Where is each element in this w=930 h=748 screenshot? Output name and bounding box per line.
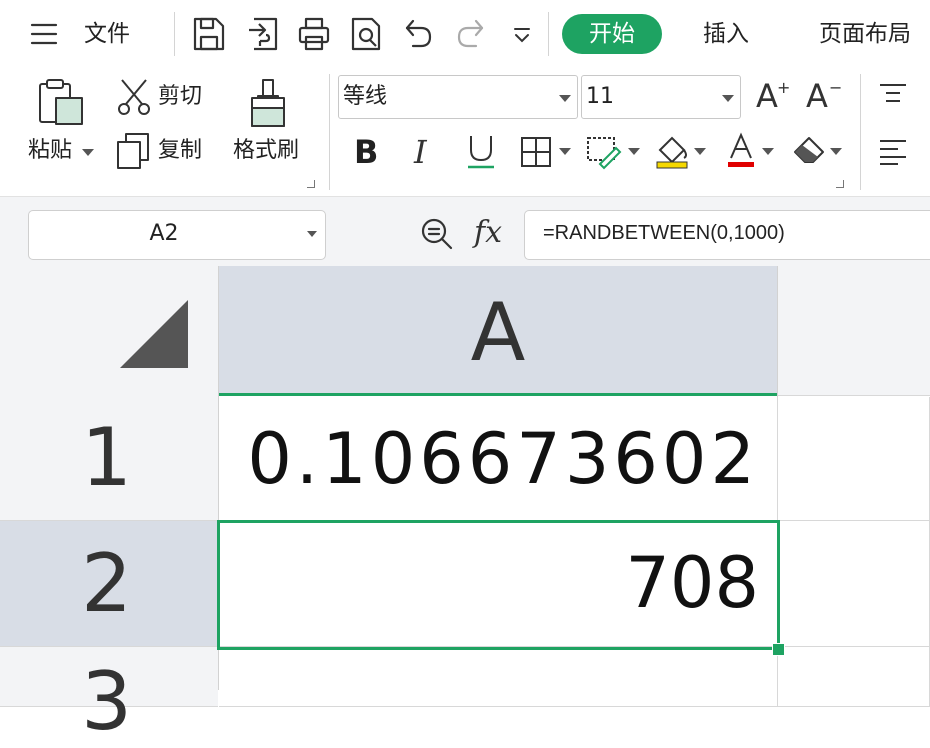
- font-color-icon[interactable]: [726, 132, 756, 170]
- font-size-combo[interactable]: 11: [581, 75, 741, 119]
- borders-dropdown-icon[interactable]: [559, 148, 571, 155]
- cut-label[interactable]: 剪切: [158, 82, 202, 112]
- tab-page-layout[interactable]: 页面布局: [819, 18, 911, 50]
- font-size-value: 11: [586, 84, 614, 109]
- cell-b2[interactable]: [778, 521, 930, 647]
- paste-icon[interactable]: [36, 78, 86, 128]
- cell-b1[interactable]: [778, 397, 930, 521]
- menu-bar: 文件 开始 插入 页面布局: [0, 0, 930, 68]
- tab-insert[interactable]: 插入: [703, 18, 749, 50]
- align-top-icon[interactable]: [878, 82, 908, 108]
- underline-icon[interactable]: [466, 134, 496, 170]
- export-icon[interactable]: [246, 16, 280, 52]
- chevron-down-icon: [559, 95, 571, 102]
- tab-home[interactable]: 开始: [562, 14, 662, 54]
- divider: [329, 74, 330, 190]
- fx-icon[interactable]: fx: [474, 215, 502, 251]
- chevron-down-icon[interactable]: [307, 231, 317, 237]
- clipboard-launcher-icon[interactable]: [307, 180, 315, 188]
- cell-value: 0.106673602: [247, 418, 759, 500]
- menu-icon[interactable]: [30, 22, 58, 46]
- more-dropdown-icon[interactable]: [512, 26, 532, 46]
- format-painter-icon[interactable]: [248, 78, 288, 130]
- chevron-down-icon: [722, 95, 734, 102]
- format-painter-label[interactable]: 格式刷: [233, 136, 299, 166]
- row-number: 1: [81, 411, 132, 504]
- row-number: 3: [81, 655, 132, 748]
- align-left-icon[interactable]: [878, 138, 908, 166]
- save-icon[interactable]: [192, 16, 226, 52]
- decrease-font-icon[interactable]: A −: [806, 76, 842, 116]
- formula-input[interactable]: =RANDBETWEEN(0,1000): [524, 210, 930, 260]
- spreadsheet-grid: A 1 0.106673602 2 708 3: [0, 266, 930, 747]
- font-name-combo[interactable]: 等线: [338, 75, 578, 119]
- fill-color-dropdown-icon[interactable]: [694, 148, 706, 155]
- divider: [174, 12, 175, 56]
- undo-icon[interactable]: [403, 18, 433, 50]
- italic-icon[interactable]: I: [414, 132, 427, 172]
- paste-label[interactable]: 粘贴: [28, 136, 72, 166]
- cell-b3[interactable]: [778, 647, 930, 707]
- font-launcher-icon[interactable]: [836, 180, 844, 188]
- divider: [548, 12, 549, 56]
- cell-a1[interactable]: 0.106673602: [219, 397, 778, 521]
- clear-icon[interactable]: [792, 134, 826, 166]
- zoom-formula-icon[interactable]: [420, 217, 454, 251]
- fill-handle[interactable]: [772, 643, 785, 656]
- cell-a3[interactable]: [219, 647, 778, 707]
- bold-icon[interactable]: B: [354, 132, 378, 172]
- selection-border: [217, 520, 780, 650]
- row-header-2[interactable]: 2: [0, 521, 218, 647]
- borders-icon[interactable]: [520, 136, 552, 168]
- print-icon[interactable]: [297, 16, 331, 52]
- divider: [860, 74, 861, 190]
- cell-style-icon[interactable]: [586, 134, 622, 170]
- copy-label[interactable]: 复制: [158, 136, 202, 166]
- name-box[interactable]: A2: [28, 210, 326, 260]
- ribbon: 粘贴 剪切 复制 格式刷 等线 11 A + A − B I: [0, 68, 930, 197]
- font-color-dropdown-icon[interactable]: [762, 148, 774, 155]
- clear-dropdown-icon[interactable]: [830, 148, 842, 155]
- name-box-value: A2: [149, 221, 179, 246]
- cell-style-dropdown-icon[interactable]: [628, 148, 640, 155]
- column-header-a[interactable]: A: [219, 266, 777, 396]
- copy-icon[interactable]: [116, 132, 150, 170]
- redo-icon[interactable]: [456, 18, 486, 50]
- column-header-label: A: [470, 286, 526, 379]
- increase-font-icon[interactable]: A +: [756, 76, 790, 116]
- scissors-icon[interactable]: [116, 78, 152, 116]
- formula-bar: A2 fx =RANDBETWEEN(0,1000): [0, 197, 930, 266]
- select-all-corner[interactable]: [0, 266, 218, 397]
- file-menu[interactable]: 文件: [84, 18, 130, 50]
- print-preview-icon[interactable]: [350, 16, 384, 52]
- paste-dropdown-icon[interactable]: [82, 149, 94, 156]
- fill-color-icon[interactable]: [654, 132, 690, 170]
- row-header-1[interactable]: 1: [0, 397, 218, 521]
- column-header-b[interactable]: [778, 266, 930, 396]
- font-name-value: 等线: [343, 84, 388, 109]
- row-number: 2: [81, 537, 132, 630]
- formula-value: =RANDBETWEEN(0,1000): [543, 222, 785, 244]
- row-header-3[interactable]: 3: [0, 647, 218, 747]
